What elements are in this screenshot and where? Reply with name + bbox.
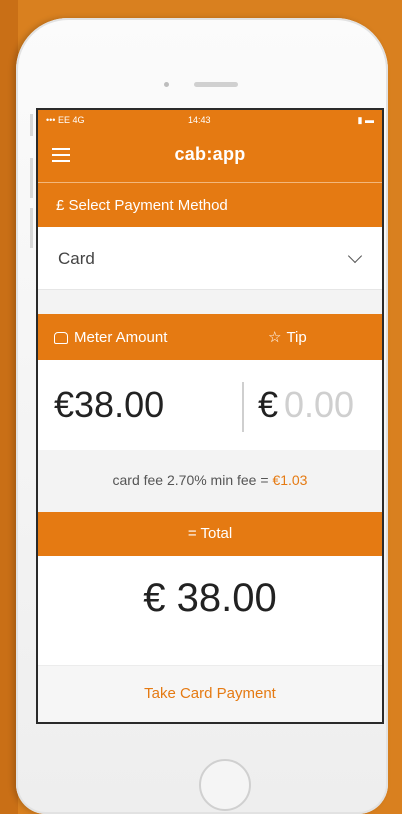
total-header: = Total [38, 512, 382, 556]
card-fee-text: card fee 2.70% min fee = [112, 472, 273, 488]
status-bar: ••• EE 4G 14:43 ▮ ▬ [38, 110, 382, 130]
payment-method-header: £ Select Payment Method [38, 183, 382, 227]
tip-currency-symbol: € [258, 384, 279, 425]
total-display: € 38.00 [38, 556, 382, 644]
meter-amount-label: Meter Amount [74, 329, 168, 346]
home-button[interactable] [199, 759, 251, 811]
amount-divider [242, 382, 244, 432]
star-icon: ☆ [268, 329, 282, 346]
take-card-payment-label: Take Card Payment [144, 685, 276, 702]
tip-label: Tip [286, 329, 307, 346]
battery-icon: ▮ ▬ [357, 115, 374, 125]
tip-heading: ☆ Tip [268, 329, 307, 346]
front-camera [164, 82, 169, 87]
total-amount: € 38.00 [143, 576, 277, 620]
app-title: cab:app [174, 144, 246, 164]
spacer [38, 290, 382, 314]
payment-method-label: £ Select Payment Method [56, 197, 228, 214]
cab-icon [54, 331, 68, 344]
take-card-payment-button[interactable]: Take Card Payment [38, 665, 382, 722]
chevron-down-icon [347, 248, 363, 264]
card-fee-info: card fee 2.70% min fee = €1.03 [38, 450, 382, 512]
meter-amount-heading: Meter Amount [54, 329, 167, 346]
app-screen: ••• EE 4G 14:43 ▮ ▬ cab:app £ Select Pay… [36, 108, 384, 724]
amount-header: Meter Amount ☆ Tip [38, 314, 382, 360]
tip-amount-input[interactable]: 0.00 [284, 384, 354, 426]
earpiece-speaker [194, 82, 238, 87]
amount-inputs: €38.00 € 0.00 [38, 360, 382, 450]
payment-method-select[interactable]: Card [38, 227, 382, 290]
carrier-signal: ••• EE 4G [46, 115, 85, 125]
app-header: cab:app [38, 130, 382, 183]
volume-up-button [30, 158, 33, 198]
meter-amount-input[interactable]: €38.00 [54, 384, 164, 426]
total-label: = Total [187, 525, 233, 542]
payment-method-value: Card [58, 249, 95, 268]
mute-switch [30, 114, 33, 136]
status-time: 14:43 [188, 115, 211, 125]
card-fee-amount: €1.03 [272, 472, 308, 488]
volume-down-button [30, 208, 33, 248]
